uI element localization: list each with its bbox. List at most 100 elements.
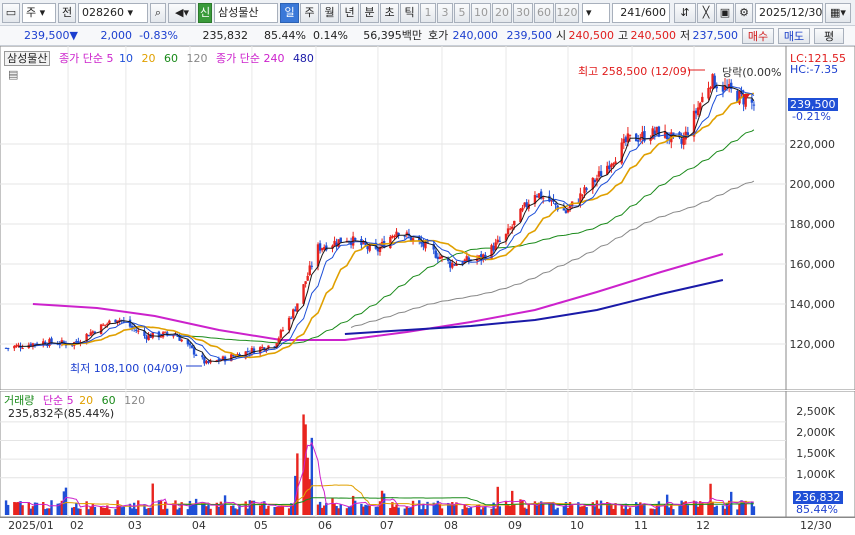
candle-body: [453, 264, 456, 266]
volume-bar: [21, 505, 24, 515]
x-tick-label: 02: [70, 519, 85, 532]
candle-body: [422, 242, 425, 247]
calendar-icon[interactable]: ▦▾: [825, 3, 851, 23]
volume-bar: [4, 500, 8, 515]
volume-bar: [159, 500, 163, 515]
volume-bar: [347, 507, 351, 515]
candle-body: [554, 203, 557, 206]
volume-bar: [556, 507, 559, 515]
volume-bar: [562, 505, 566, 515]
tab-day[interactable]: 일: [280, 3, 299, 23]
volume-bar: [480, 509, 483, 515]
volume-bar: [511, 490, 514, 515]
candle-body: [682, 137, 685, 145]
candle-body: [389, 236, 392, 249]
volume-bar: [525, 508, 528, 515]
date-field[interactable]: 2025/12/30: [755, 3, 823, 23]
volume-bar: [570, 505, 574, 515]
candle-body: [715, 86, 718, 89]
volume-bar: [135, 508, 138, 515]
volume-bar: [608, 503, 611, 515]
tab-tick[interactable]: 틱: [400, 3, 419, 23]
prev-button[interactable]: 전: [58, 3, 76, 23]
volume-bar: [217, 506, 221, 515]
volume-bar: [434, 503, 437, 515]
volume-bar: [19, 501, 22, 515]
interval-60[interactable]: 60: [534, 3, 554, 23]
volume-bar: [422, 503, 425, 515]
volume-bar: [29, 508, 33, 515]
candle-body: [108, 320, 111, 324]
interval-3[interactable]: 3: [437, 3, 453, 23]
candle-body: [339, 237, 342, 243]
tab-minute[interactable]: 분: [360, 3, 379, 23]
candle-body: [599, 171, 603, 177]
volume-bar: [585, 507, 588, 515]
tab-year[interactable]: 년: [340, 3, 359, 23]
candle-body: [252, 348, 256, 354]
candle-body: [622, 138, 625, 144]
volume-bar: [149, 507, 152, 515]
candle-body: [294, 309, 297, 312]
candle-body: [610, 164, 613, 168]
interval-10[interactable]: 10: [471, 3, 491, 23]
candle-body: [612, 163, 615, 166]
count-field[interactable]: 241/600: [612, 3, 670, 23]
candle-body: [686, 132, 690, 136]
quote-bar: 239,500▼ 2,000 -0.83% 235,832 85.44% 0.1…: [0, 26, 855, 46]
interval-custom-select[interactable]: ▾: [582, 3, 610, 23]
sound-icon[interactable]: ◀▾: [168, 3, 196, 23]
volume-bar: [418, 500, 421, 515]
interval-120[interactable]: 120: [555, 3, 579, 23]
eval-button[interactable]: 평: [814, 28, 844, 44]
volume-bar: [258, 505, 262, 515]
volume-bar: [89, 506, 92, 515]
price-chart[interactable]: [0, 46, 855, 390]
candle-body: [6, 348, 10, 350]
volume-bar: [77, 508, 80, 515]
interval-30[interactable]: 30: [513, 3, 533, 23]
crosshair-icon[interactable]: ╳: [697, 3, 715, 23]
settings-gear-icon[interactable]: ⚙: [735, 3, 753, 23]
volume-bar: [620, 505, 623, 515]
volume-bar: [122, 506, 126, 515]
volume-bar: [101, 507, 105, 515]
market-select[interactable]: 주 ▾: [22, 3, 56, 23]
search-icon[interactable]: ⌕: [150, 3, 166, 23]
candle-body: [159, 336, 163, 338]
credit-badge: 신: [198, 3, 212, 23]
save-icon[interactable]: ▣: [716, 3, 734, 23]
interval-20[interactable]: 20: [492, 3, 512, 23]
interval-1[interactable]: 1: [420, 3, 436, 23]
chart-menu-icon[interactable]: ▤: [8, 68, 18, 81]
price-tag-pct: -0.21%: [792, 110, 831, 123]
volume-bar: [174, 500, 177, 515]
volume-bar: [248, 500, 252, 515]
code-input[interactable]: 028260 ▾: [78, 3, 148, 23]
stock-name: 삼성물산: [214, 3, 278, 23]
sell-button[interactable]: 매도: [778, 28, 810, 44]
candle-body: [333, 240, 336, 247]
interval-5[interactable]: 5: [454, 3, 470, 23]
tab-second[interactable]: 초: [380, 3, 399, 23]
candle-body: [180, 339, 183, 342]
tab-week[interactable]: 주: [300, 3, 319, 23]
volume-bar: [267, 505, 270, 515]
volume-chart[interactable]: [0, 391, 855, 517]
buy-button[interactable]: 매수: [742, 28, 774, 44]
x-tick-label: 10: [570, 519, 584, 532]
candle-body: [498, 240, 502, 242]
candle-body: [585, 188, 588, 190]
volume-bar: [331, 498, 334, 515]
volume-bar: [490, 508, 493, 515]
panel-icon[interactable]: ▭: [2, 3, 20, 23]
volume-bar: [438, 503, 442, 515]
tab-month[interactable]: 월: [320, 3, 339, 23]
candle-body: [207, 360, 210, 364]
volume-bar: [657, 501, 661, 515]
volume-bar: [335, 506, 338, 515]
candle-toggle-icon[interactable]: ⇵: [674, 3, 696, 23]
low-label: 저: [680, 29, 691, 42]
volume-bar: [368, 505, 371, 515]
volume-bar: [389, 507, 392, 515]
